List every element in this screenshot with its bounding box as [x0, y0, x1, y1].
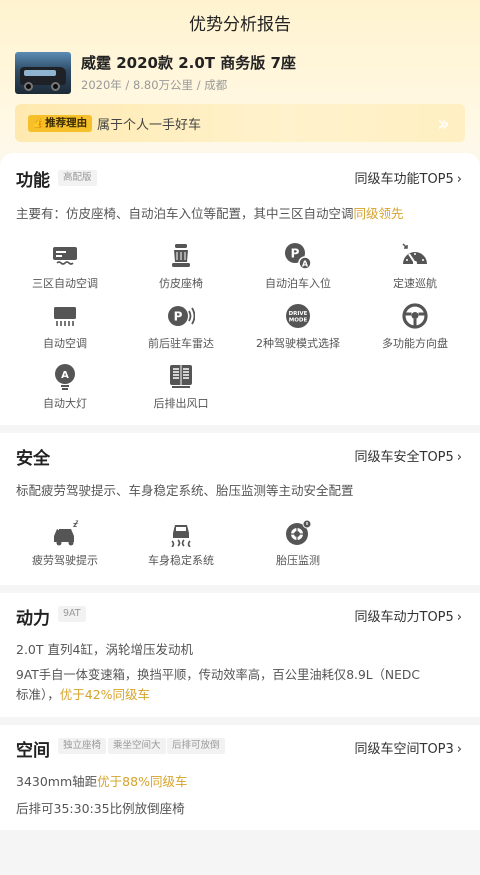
recommend-reason-badge: 👍推荐理由 [28, 115, 93, 132]
svg-text:A: A [302, 260, 309, 269]
feature-item[interactable]: 胎压监测 [238, 519, 358, 568]
function-tag: 高配版 [58, 170, 97, 186]
space-card: 空间 独立座椅 乘坐空间大 后排可放倒 同级车空间TOP3 › 3430mm轴距优… [0, 725, 480, 830]
power-engine: 2.0T 直列4缸，涡轮增压发动机 [16, 642, 193, 657]
space-tag: 乘坐空间大 [108, 738, 166, 754]
space-title: 空间 [16, 741, 50, 761]
safety-desc: 标配疲劳驾驶提示、车身稳定系统、胎压监测等主动安全配置 [16, 483, 354, 498]
car-wheel-rear [51, 82, 60, 91]
recommend-reason-text: 属于个人一手好车 [97, 118, 202, 133]
space-folding-seats: 后排可35:30:35比例放倒座椅 [16, 801, 185, 816]
chevron-right-icon: › [456, 610, 462, 625]
feature-item[interactable]: 多功能方向盘 [355, 302, 475, 351]
auto-headlight-icon: A [55, 364, 75, 390]
feature-item[interactable]: P 前后驻车雷达 [121, 302, 241, 351]
feature-item[interactable]: z z 疲劳驾驶提示 [5, 519, 125, 568]
seat-icon [172, 244, 190, 267]
chevron-right-icon: › [456, 172, 462, 187]
steering-wheel-icon [402, 303, 428, 329]
car-name: 威霆 2020款 2.0T 商务版 7座 [81, 54, 296, 72]
tire-pressure-icon [286, 519, 312, 545]
car-thumbnail[interactable] [15, 52, 71, 94]
double-chevron-icon: ›› [436, 112, 450, 137]
svg-text:z: z [76, 520, 79, 526]
power-card: 动力 9AT 同级车动力TOP5 › 2.0T 直列4缸，涡轮增压发动机 9AT手… [0, 593, 480, 717]
svg-text:P: P [291, 247, 300, 261]
space-top3-link[interactable]: 同级车空间TOP3 › [355, 738, 463, 757]
feature-item[interactable]: 车身稳定系统 [121, 519, 241, 568]
drive-mode-icon: DRIVE MODE [286, 304, 310, 328]
feature-item[interactable]: 定速巡航 [355, 242, 475, 291]
power-transmission: 9AT手自一体变速箱，换挡平顺，传动效率高，百公里油耗仅8.9L（NEDC [16, 668, 420, 682]
stability-control-icon [171, 525, 191, 547]
svg-text:P: P [174, 310, 183, 324]
chevron-right-icon: › [456, 450, 462, 465]
safety-top5-link[interactable]: 同级车安全TOP5 › [355, 446, 463, 465]
cruise-control-icon [402, 243, 427, 265]
svg-text:MODE: MODE [289, 318, 308, 324]
recommend-reason-banner: 👍推荐理由 属于个人一手好车 ›› [15, 104, 465, 142]
svg-text:DRIVE: DRIVE [289, 311, 308, 317]
feature-item[interactable]: 后排出风口 [121, 362, 241, 411]
car-window-shape [24, 70, 56, 76]
parking-radar-icon: P [168, 306, 195, 326]
feature-item[interactable]: 三区自动空调 [5, 242, 125, 291]
power-efficiency: 标准），优于42%同级车 [16, 687, 151, 702]
space-tag: 后排可放倒 [167, 738, 225, 754]
function-title: 功能 [16, 171, 50, 191]
function-top5-link[interactable]: 同级车功能TOP5 › [355, 168, 463, 187]
power-title: 动力 [16, 609, 50, 629]
auto-parking-icon: P A [285, 243, 312, 270]
safety-title: 安全 [16, 449, 50, 469]
safety-card: 安全 同级车安全TOP5 › 标配疲劳驾驶提示、车身稳定系统、胎压监测等主动安全配… [0, 433, 480, 585]
feature-item[interactable]: A 自动大灯 [5, 362, 125, 411]
feature-item[interactable]: 自动空调 [5, 302, 125, 351]
space-wheelbase: 3430mm轴距优于88%同级车 [16, 774, 188, 789]
feature-item[interactable]: DRIVE MODE 2种驾驶模式选择 [238, 302, 358, 351]
power-top5-link[interactable]: 同级车动力TOP5 › [355, 606, 463, 625]
function-desc: 主要有：仿皮座椅、自动泊车入位等配置，其中三区自动空调同级领先 [16, 206, 404, 221]
car-wheel-front [24, 82, 33, 91]
fatigue-alert-icon: z z [54, 520, 79, 546]
car-meta: 2020年 / 8.80万公里 / 成都 [81, 78, 228, 92]
auto-ac-icon [54, 307, 76, 326]
chevron-right-icon: › [456, 742, 462, 757]
ac-panel-icon [53, 247, 77, 265]
space-tag: 独立座椅 [58, 738, 107, 754]
feature-item[interactable]: P A 自动泊车入位 [238, 242, 358, 291]
feature-item[interactable]: 仿皮座椅 [121, 242, 241, 291]
page-title: 优势分析报告 [189, 15, 291, 35]
power-tag: 9AT [58, 606, 86, 622]
rear-vent-icon [170, 365, 192, 388]
svg-text:A: A [61, 370, 69, 381]
thumbs-up-icon: 👍 [32, 117, 46, 129]
function-card: 功能 高配版 同级车功能TOP5 › 主要有：仿皮座椅、自动泊车入位等配置，其中三… [0, 153, 480, 425]
